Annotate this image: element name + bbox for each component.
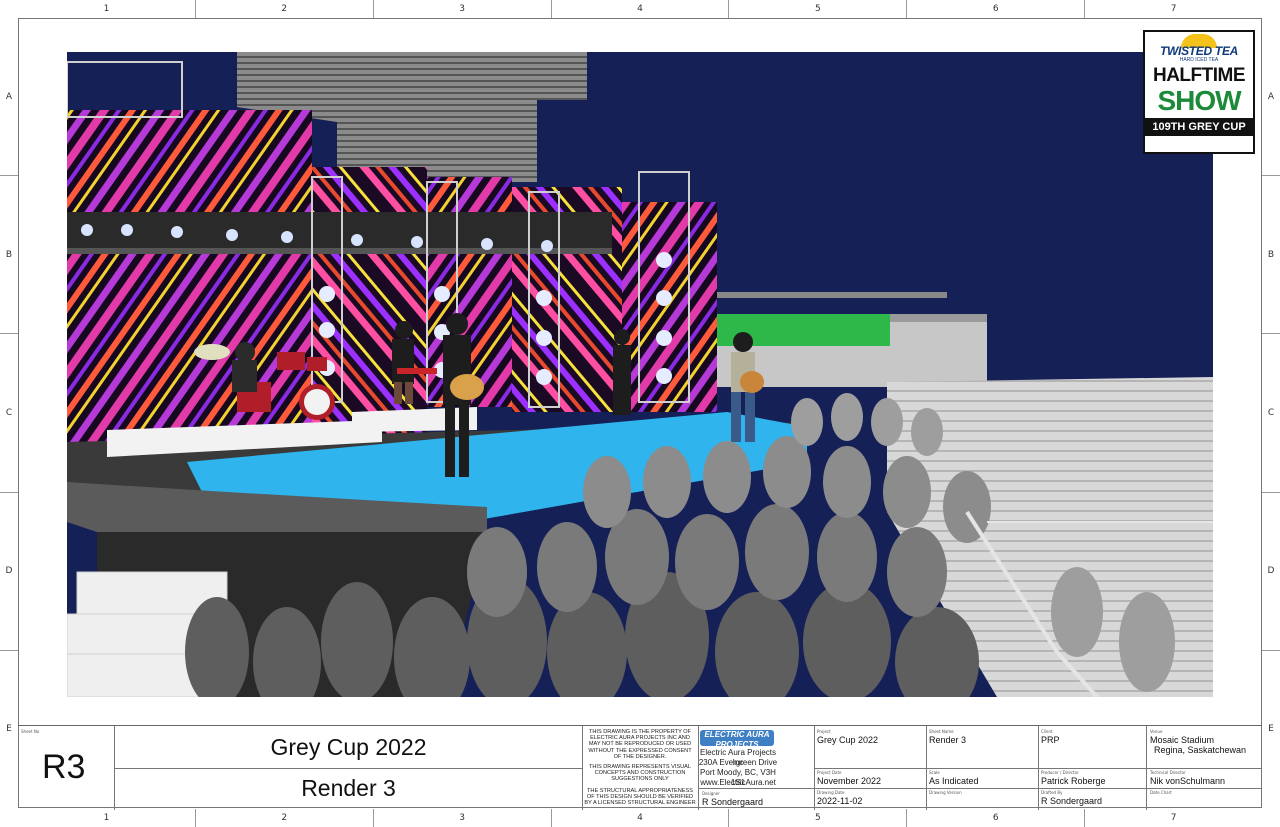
column-ruler-top: 1 2 3 4 5 6 7 <box>18 0 1262 18</box>
logo-brand-sub: HARD ICED TEA <box>1179 57 1219 63</box>
ownership-notice: THIS DRAWING IS THE PROPERTY OF ELECTRIC… <box>588 729 692 760</box>
client-label: Client <box>1041 729 1053 734</box>
project-date-label: Project Date <box>817 770 842 775</box>
column-marker: 1 <box>103 813 110 823</box>
logo-brand: TWISTED TEA <box>1159 44 1239 58</box>
row-marker: B <box>0 175 18 333</box>
row-marker: B <box>1262 175 1280 333</box>
column-marker: 4 <box>550 809 729 827</box>
logo-line-show: SHOW <box>1157 85 1241 116</box>
project-label: Project <box>817 729 831 734</box>
designer-label: Designer <box>702 791 720 796</box>
producer-value: Patrick Roberge <box>1041 776 1106 786</box>
drawing-title: Grey Cup 2022 <box>270 734 427 760</box>
visual-concept-notice: THIS DRAWING REPRESENTS VISUAL CONCEPTS … <box>588 764 692 783</box>
row-marker: E <box>1262 649 1280 808</box>
column-ruler-bottom: 1 2 3 4 5 6 7 <box>18 809 1262 827</box>
drawing-version-label: Drawing Version <box>929 790 962 795</box>
column-marker: 5 <box>728 0 906 18</box>
client-value: PRP <box>1041 735 1060 745</box>
column-marker: 4 <box>550 0 729 18</box>
sheet-name-value: Render 3 <box>929 735 967 745</box>
column-marker: 3 <box>372 809 551 827</box>
producer-label: Producer / Director <box>1041 770 1079 775</box>
row-ruler-left: A B C D E <box>0 18 18 808</box>
title-block: Sheet No R3 Grey Cup 2022 Render 3 THIS … <box>18 725 1262 810</box>
column-marker: 2 <box>194 809 373 827</box>
row-marker: D <box>0 491 18 650</box>
row-marker: D <box>1262 491 1280 650</box>
halftime-show-logo: TWISTED TEA HARD ICED TEA HALFTIME SHOW … <box>1143 30 1255 154</box>
project-date-value: November 2022 <box>817 776 882 786</box>
project-value: Grey Cup 2022 <box>817 735 879 745</box>
venue-city: Regina, Saskatchewan <box>1154 745 1247 755</box>
sheet-number: R3 <box>42 748 86 786</box>
company-website: www.ElectricAura.net <box>700 778 776 787</box>
scale-label: Scale <box>929 770 940 775</box>
row-marker: A <box>5 91 13 102</box>
column-marker: 6 <box>906 0 1084 18</box>
drawing-date-value: 2022-11-02 <box>817 796 863 806</box>
structural-notice: THE STRUCTURAL APPROPRIATENESS OF THIS D… <box>584 788 696 807</box>
row-marker: C <box>0 333 18 491</box>
logo-line-grey-cup: 109TH GREY CUP <box>1145 118 1253 136</box>
logo-line-halftime: HALFTIME <box>1152 65 1246 86</box>
stage-render <box>67 52 1213 697</box>
date-chart-label: Date Chart <box>1150 790 1172 795</box>
sheet-no-label: Sheet No <box>21 729 40 734</box>
drafted-by-label: Drafted By <box>1041 790 1063 795</box>
tech-director-label: Technical Director <box>1150 770 1186 775</box>
scale-value: As Indicated <box>929 776 979 786</box>
column-marker: 2 <box>194 0 373 18</box>
tech-director-value: Nik vonSchulmann <box>1150 776 1226 786</box>
venue-label: Venue <box>1150 729 1163 734</box>
row-marker: A <box>1267 91 1275 102</box>
column-marker: 5 <box>728 809 906 827</box>
column-marker: 1 <box>103 4 110 14</box>
venue-value: Mosaic Stadium <box>1150 735 1215 745</box>
column-marker: 7 <box>1084 809 1262 827</box>
drawing-subtitle: Render 3 <box>301 775 396 801</box>
column-marker: 3 <box>372 0 551 18</box>
sheet-name-label: Sheet Name <box>929 729 954 734</box>
row-marker: C <box>1262 333 1280 491</box>
company-address-1: 230A Evergreen Drive <box>698 758 778 767</box>
row-marker: E <box>0 649 18 808</box>
row-ruler-right: A B C D E <box>1262 18 1280 808</box>
drafted-by-value: R Sondergaard <box>1041 796 1103 806</box>
electric-aura-logo: ELECTRIC AURA PROJECTS <box>700 730 774 749</box>
drawing-date-label: Drawing Date <box>817 790 845 795</box>
column-marker: 7 <box>1084 0 1262 18</box>
designer-value: R Sondergaard <box>702 797 764 807</box>
column-marker: 6 <box>906 809 1084 827</box>
